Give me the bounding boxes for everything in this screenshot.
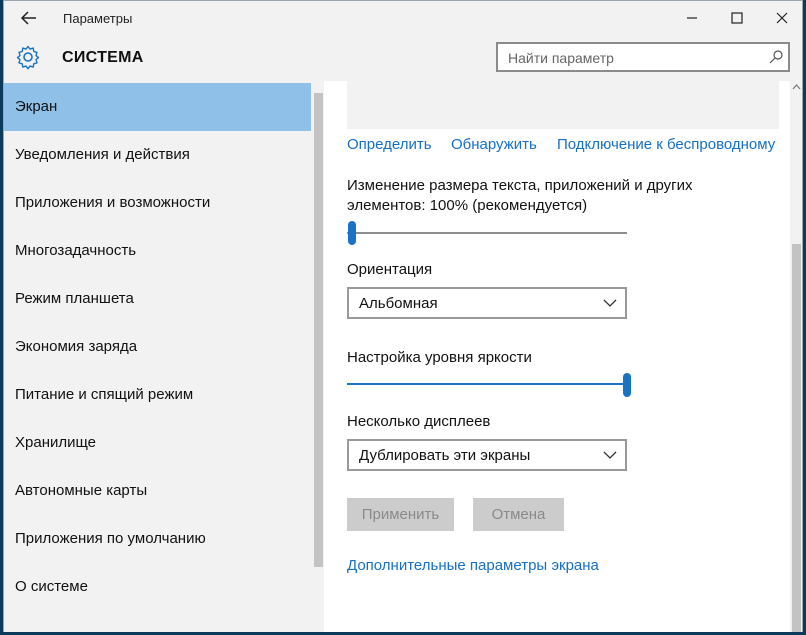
content-scrollbar[interactable] bbox=[790, 81, 802, 632]
minimize-icon[interactable] bbox=[681, 7, 703, 29]
settings-window: Параметры СИСТЕМА Экран Уведомления и де… bbox=[3, 0, 803, 632]
display-settings-panel: Определить Обнаружить Подключение к бесп… bbox=[324, 81, 802, 632]
back-arrow-icon[interactable] bbox=[18, 7, 40, 29]
chevron-down-icon bbox=[603, 451, 617, 459]
sidebar-scrollbar[interactable] bbox=[312, 81, 324, 632]
brightness-slider-track[interactable] bbox=[347, 383, 627, 385]
chevron-down-icon bbox=[603, 299, 617, 307]
sidebar-item-notifications[interactable]: Уведомления и действия bbox=[4, 131, 311, 179]
search-input[interactable] bbox=[506, 48, 760, 68]
advanced-display-settings-link[interactable]: Дополнительные параметры экрана bbox=[347, 557, 599, 574]
sidebar-item-default-apps[interactable]: Приложения по умолчанию bbox=[4, 515, 311, 563]
multiple-displays-value: Дублировать эти экраны bbox=[359, 447, 531, 464]
close-icon[interactable] bbox=[771, 7, 793, 29]
page-title: СИСТЕМА bbox=[62, 49, 144, 66]
sidebar-item-offline-maps[interactable]: Автономные карты bbox=[4, 467, 311, 515]
brightness-slider-thumb[interactable] bbox=[623, 373, 631, 397]
scale-slider-thumb[interactable] bbox=[348, 221, 356, 245]
cancel-button[interactable]: Отмена bbox=[473, 498, 564, 531]
sidebar: Экран Уведомления и действия Приложения … bbox=[4, 81, 324, 632]
scroll-up-icon[interactable] bbox=[792, 83, 801, 91]
orientation-dropdown[interactable]: Альбомная bbox=[347, 287, 627, 319]
identify-link[interactable]: Определить bbox=[347, 136, 432, 153]
sidebar-item-screen[interactable]: Экран bbox=[4, 83, 311, 131]
window-title: Параметры bbox=[63, 11, 133, 26]
multiple-displays-dropdown[interactable]: Дублировать эти экраны bbox=[347, 439, 627, 471]
brightness-label: Настройка уровня яркости bbox=[347, 349, 532, 366]
multiple-displays-label: Несколько дисплеев bbox=[347, 413, 491, 430]
orientation-label: Ориентация bbox=[347, 261, 433, 278]
page-header: СИСТЕМА bbox=[4, 35, 802, 81]
search-icon[interactable] bbox=[768, 49, 784, 65]
sidebar-item-multitasking[interactable]: Многозадачность bbox=[4, 227, 311, 275]
sidebar-item-battery-saver[interactable]: Экономия заряда bbox=[4, 323, 311, 371]
apply-button[interactable]: Применить bbox=[347, 498, 454, 531]
sidebar-item-tablet-mode[interactable]: Режим планшета bbox=[4, 275, 311, 323]
title-bar: Параметры bbox=[4, 1, 802, 35]
sidebar-item-power-sleep[interactable]: Питание и спящий режим bbox=[4, 371, 311, 419]
wireless-display-link[interactable]: Подключение к беспроводному bbox=[557, 136, 775, 153]
orientation-value: Альбомная bbox=[359, 295, 438, 312]
detect-link[interactable]: Обнаружить bbox=[451, 136, 537, 153]
sidebar-item-apps[interactable]: Приложения и возможности bbox=[4, 179, 311, 227]
search-box[interactable] bbox=[496, 42, 790, 72]
scale-slider-track[interactable] bbox=[347, 232, 627, 234]
scale-label-line2: элементов: 100% (рекомендуется) bbox=[347, 197, 588, 214]
sidebar-item-storage[interactable]: Хранилище bbox=[4, 419, 311, 467]
display-preview-area[interactable] bbox=[347, 81, 779, 129]
content-scroll-thumb[interactable] bbox=[792, 244, 801, 632]
sidebar-scroll-thumb[interactable] bbox=[314, 93, 323, 567]
gear-icon bbox=[16, 45, 40, 70]
scale-label-line1: Изменение размера текста, приложений и д… bbox=[347, 177, 693, 194]
sidebar-item-about[interactable]: О системе bbox=[4, 563, 311, 611]
maximize-icon[interactable] bbox=[726, 7, 748, 29]
